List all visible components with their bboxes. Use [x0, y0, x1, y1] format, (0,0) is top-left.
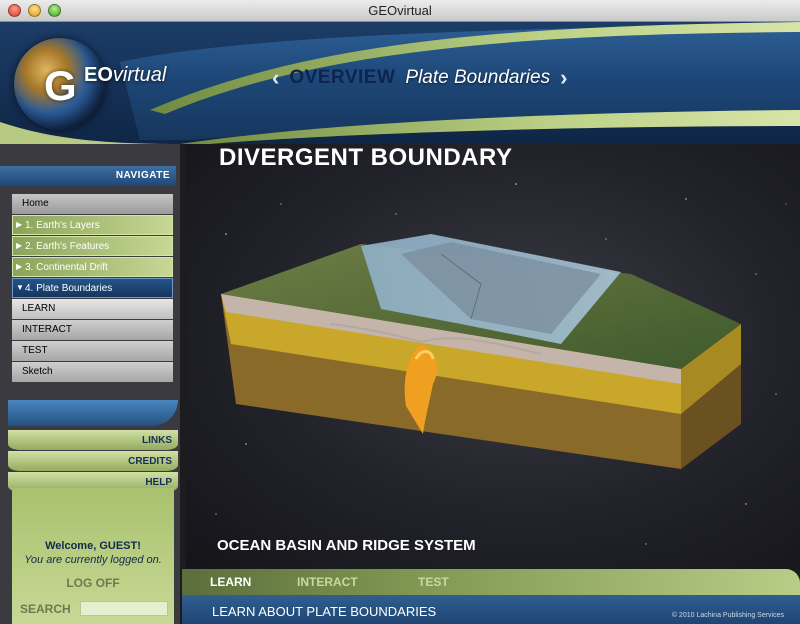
tab-test[interactable]: TEST [418, 575, 449, 589]
log-off-button[interactable]: LOG OFF [12, 576, 174, 590]
mode-tab-bar: LEARN INTERACT TEST [182, 569, 800, 595]
nav-subitem-learn[interactable]: LEARN [12, 299, 173, 319]
nav-subitem-test[interactable]: TEST [12, 341, 173, 361]
sidebar-divider [8, 400, 178, 426]
nav-list: Home ▶ 1. Earth's Layers ▶ 2. Earth's Feat… [12, 194, 173, 383]
diagram-caption: OCEAN BASIN AND RIDGE SYSTEM [217, 537, 476, 554]
nav-item-continental-drift[interactable]: ▶ 3. Continental Drift [12, 257, 173, 277]
tab-learn[interactable]: LEARN [210, 575, 251, 589]
copyright-text: © 2010 Lachina Publishing Services [671, 612, 784, 619]
overview-nav: ‹ OVERVIEW Plate Boundaries › [272, 63, 567, 93]
footer-bar: LEARN ABOUT PLATE BOUNDARIES © 2010 Lach… [182, 595, 800, 624]
search-input[interactable] [80, 601, 168, 616]
section-label: OVERVIEW [289, 67, 396, 88]
nav-item-plate-boundaries[interactable]: ▼ 4. Plate Boundaries [12, 278, 173, 298]
logo-letter: G [44, 62, 77, 109]
nav-item-home[interactable]: Home [12, 194, 173, 214]
chevron-left-icon[interactable]: ‹ [272, 65, 279, 91]
main-title: DIVERGENT BOUNDARY [219, 144, 513, 171]
account-panel: Welcome, GUEST! You are currently logged… [12, 488, 174, 624]
sidebar: NAVIGATE Home ▶ 1. Earth's Layers ▶ 2. Ear… [0, 144, 180, 624]
chevron-right-icon: ▶ [16, 262, 23, 271]
chevron-right-icon: ▶ [16, 220, 23, 229]
main-content: DIVERGENT BOUNDARY OCEAN BASIN AND RIDGE… [186, 144, 800, 569]
tab-interact[interactable]: INTERACT [297, 575, 358, 589]
divergent-boundary-diagram [221, 234, 741, 469]
window-title: GEOvirtual [368, 3, 432, 18]
nav-item-earths-layers[interactable]: ▶ 1. Earth's Layers [12, 215, 173, 235]
window-title-bar: GEOvirtual [0, 0, 800, 22]
nav-subitem-interact[interactable]: INTERACT [12, 320, 173, 340]
footer-heading: LEARN ABOUT PLATE BOUNDARIES [212, 604, 437, 619]
logo-text: EOvirtual [84, 64, 167, 86]
links-button[interactable]: LINKS [8, 430, 178, 450]
navigate-header: NAVIGATE [0, 166, 176, 186]
search-label: SEARCH [20, 602, 71, 616]
app-header: G EOvirtual ‹ OVERVIEW Plate Boundaries … [0, 22, 800, 144]
welcome-text: Welcome, GUEST! [45, 540, 141, 552]
chevron-right-icon[interactable]: › [560, 65, 567, 91]
chevron-right-icon: ▶ [16, 241, 23, 250]
credits-button[interactable]: CREDITS [8, 451, 178, 471]
login-status: You are currently logged on. [24, 554, 162, 566]
chevron-down-icon: ▼ [16, 283, 24, 292]
nav-subitem-sketch[interactable]: Sketch [12, 362, 173, 382]
nav-item-earths-features[interactable]: ▶ 2. Earth's Features [12, 236, 173, 256]
topic-label: Plate Boundaries [405, 67, 551, 88]
sidebar-links: LINKS CREDITS HELP [8, 430, 178, 493]
